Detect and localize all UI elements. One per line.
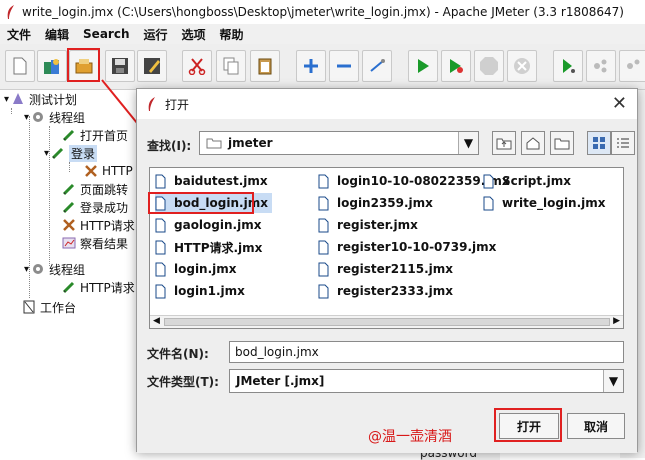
file-icon bbox=[318, 262, 329, 276]
file-item[interactable]: write_login.jmx bbox=[483, 193, 606, 213]
file-name: write_login.jmx bbox=[502, 196, 606, 210]
up-folder-icon bbox=[496, 138, 512, 150]
jmeter-feather-icon bbox=[148, 97, 155, 111]
dialog-title: 打开 bbox=[165, 97, 190, 112]
dialog-body: 查找(I): jmeter ▼ baidutest.jmx bod_login.… bbox=[137, 119, 637, 453]
file-name: register2333.jmx bbox=[337, 284, 454, 298]
file-item[interactable]: HTTP请求.jmx bbox=[155, 237, 262, 257]
new-folder-icon bbox=[554, 138, 570, 150]
scroll-left-icon[interactable]: ◀ bbox=[153, 316, 160, 326]
chevron-down-icon[interactable]: ▼ bbox=[603, 370, 623, 392]
filetype-value: JMeter [.jmx] bbox=[236, 374, 325, 388]
close-icon[interactable]: ✕ bbox=[612, 95, 627, 113]
horizontal-scrollbar[interactable]: ◀ ▶ bbox=[150, 315, 623, 328]
file-item[interactable]: register10-10-0739.jmx bbox=[318, 237, 496, 257]
file-icon bbox=[155, 240, 166, 254]
folder-icon bbox=[206, 138, 222, 149]
filename-label: 文件名(N): bbox=[147, 347, 209, 361]
open-file-dialog: 打开 ✕ 查找(I): jmeter ▼ baidutest.jmx bod_l… bbox=[136, 88, 638, 453]
file-icon bbox=[155, 174, 166, 188]
details-view-button[interactable] bbox=[611, 131, 635, 155]
file-item[interactable]: register2115.jmx bbox=[318, 259, 453, 279]
file-name: HTTP请求.jmx bbox=[174, 240, 263, 255]
details-view-icon bbox=[617, 138, 629, 148]
file-item[interactable]: register2333.jmx bbox=[318, 281, 453, 301]
new-folder-button[interactable] bbox=[550, 131, 574, 155]
file-icon bbox=[155, 196, 166, 210]
file-icon bbox=[155, 218, 166, 232]
home-icon bbox=[526, 137, 540, 150]
file-icon bbox=[483, 174, 494, 188]
file-name: gaologin.jmx bbox=[174, 218, 262, 232]
file-icon bbox=[318, 240, 329, 254]
list-view-icon bbox=[593, 137, 605, 149]
look-in-label: 查找(I): bbox=[147, 139, 192, 153]
look-in-value: jmeter bbox=[228, 136, 273, 150]
home-button[interactable] bbox=[521, 131, 545, 155]
file-icon bbox=[318, 196, 329, 210]
file-item[interactable]: gaologin.jmx bbox=[155, 215, 261, 235]
file-item[interactable]: login.jmx bbox=[155, 259, 237, 279]
filename-input[interactable]: bod_login.jmx bbox=[229, 341, 624, 363]
file-item[interactable]: register.jmx bbox=[318, 215, 418, 235]
cancel-button[interactable]: 取消 bbox=[567, 413, 625, 439]
file-list: baidutest.jmx bod_login.jmx gaologin.jmx… bbox=[149, 167, 624, 329]
scroll-right-icon[interactable]: ▶ bbox=[613, 316, 620, 326]
file-icon bbox=[318, 174, 329, 188]
watermark-text: @温一壶清酒 bbox=[368, 429, 452, 445]
file-name: baidutest.jmx bbox=[174, 174, 268, 188]
filetype-label: 文件类型(T): bbox=[147, 375, 219, 389]
look-in-dropdown[interactable]: jmeter ▼ bbox=[199, 131, 479, 155]
file-icon bbox=[483, 196, 494, 210]
file-name: bod_login.jmx bbox=[174, 196, 268, 210]
filetype-dropdown[interactable]: JMeter [.jmx] ▼ bbox=[229, 369, 624, 393]
list-view-button[interactable] bbox=[587, 131, 611, 155]
file-icon bbox=[318, 284, 329, 298]
file-icon bbox=[155, 262, 166, 276]
file-name: login1.jmx bbox=[174, 284, 245, 298]
file-icon bbox=[155, 284, 166, 298]
file-item[interactable]: login10-10-08022359.jmx bbox=[318, 171, 510, 191]
up-folder-button[interactable] bbox=[492, 131, 516, 155]
chevron-down-icon[interactable]: ▼ bbox=[458, 132, 478, 154]
file-item[interactable]: Script.jmx bbox=[483, 171, 571, 191]
file-name: register2115.jmx bbox=[337, 262, 454, 276]
open-confirm-button[interactable]: 打开 bbox=[499, 413, 559, 439]
scrollbar-thumb[interactable] bbox=[164, 318, 610, 326]
file-name: login2359.jmx bbox=[337, 196, 433, 210]
file-icon bbox=[318, 218, 329, 232]
file-name: Script.jmx bbox=[502, 174, 572, 188]
file-item[interactable]: login2359.jmx bbox=[318, 193, 433, 213]
file-name: login.jmx bbox=[174, 262, 237, 276]
file-item[interactable]: login1.jmx bbox=[155, 281, 245, 301]
file-item[interactable]: baidutest.jmx bbox=[155, 171, 268, 191]
file-name: register10-10-0739.jmx bbox=[337, 240, 497, 254]
file-item-selected[interactable]: bod_login.jmx bbox=[155, 193, 272, 213]
dialog-title-bar: 打开 ✕ bbox=[137, 89, 637, 119]
file-name: register.jmx bbox=[337, 218, 418, 232]
